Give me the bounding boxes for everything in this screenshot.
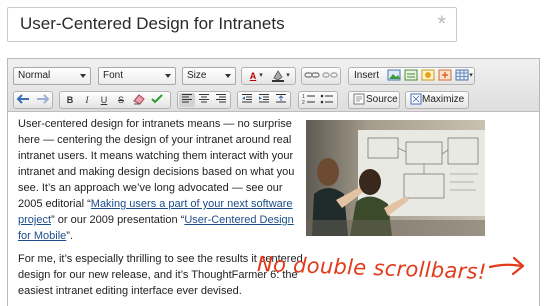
- link-group: [301, 67, 341, 85]
- chevron-down-icon: [80, 74, 86, 78]
- size-select-value: Size: [187, 70, 207, 81]
- arrow-right-icon: [488, 256, 525, 276]
- svg-text:2: 2: [302, 100, 305, 105]
- source-icon: [351, 93, 367, 107]
- list-group: 12: [298, 91, 338, 109]
- insert-widget-icon[interactable]: [437, 69, 453, 83]
- text-style-group: B I U S: [59, 91, 171, 109]
- paragraph-text: ” or our 2009 presentation “: [51, 214, 185, 226]
- chevron-down-icon: [165, 74, 171, 78]
- indent-group: [237, 91, 291, 109]
- insert-label: Insert: [354, 70, 380, 81]
- spellcheck-icon[interactable]: [150, 93, 166, 107]
- numbered-list-icon[interactable]: 12: [301, 93, 317, 107]
- chevron-down-icon: [225, 74, 231, 78]
- redo-icon[interactable]: [34, 93, 50, 107]
- undo-icon[interactable]: [16, 93, 32, 107]
- remove-format-icon[interactable]: [131, 93, 147, 107]
- paragraph-text: User-centered design for intranets means…: [18, 118, 295, 210]
- chevron-down-icon[interactable]: ▾: [257, 69, 265, 83]
- strikethrough-button[interactable]: S: [113, 93, 129, 107]
- indent-icon[interactable]: [256, 93, 272, 107]
- alignment-group: [177, 91, 231, 109]
- source-button[interactable]: Source: [348, 91, 400, 109]
- editor-toolbar: Normal Font Size A ▾ ▾ Insert ▾ B I U S …: [8, 59, 539, 112]
- insert-media-icon[interactable]: [420, 69, 436, 83]
- title-input[interactable]: User-Centered Design for Intranets *: [7, 7, 457, 42]
- chevron-down-icon[interactable]: ▾: [468, 69, 474, 83]
- link-icon[interactable]: [304, 69, 320, 83]
- format-select-value: Normal: [18, 70, 51, 81]
- required-star-icon: *: [437, 11, 446, 36]
- outdent-icon[interactable]: [239, 93, 255, 107]
- history-group: [13, 91, 53, 109]
- maximize-button[interactable]: Maximize: [405, 91, 469, 109]
- insert-file-icon[interactable]: [403, 69, 419, 83]
- format-select[interactable]: Normal: [13, 67, 91, 85]
- align-right-icon[interactable]: [213, 93, 229, 107]
- italic-button[interactable]: I: [79, 93, 95, 107]
- insert-group: Insert ▾: [348, 67, 475, 85]
- font-select-value: Font: [103, 70, 124, 81]
- align-left-icon[interactable]: [179, 93, 195, 107]
- title-input-value: User-Centered Design for Intranets: [20, 14, 285, 33]
- underline-button[interactable]: U: [96, 93, 112, 107]
- size-select[interactable]: Size: [182, 67, 236, 85]
- embedded-photo[interactable]: [306, 120, 485, 236]
- blockquote-icon[interactable]: [273, 93, 289, 107]
- source-label: Source: [366, 94, 398, 105]
- bold-button[interactable]: B: [62, 93, 78, 107]
- chevron-down-icon[interactable]: ▾: [284, 69, 292, 83]
- insert-image-icon[interactable]: [386, 69, 402, 83]
- color-group: A ▾ ▾: [241, 67, 296, 85]
- paragraph-text: ”.: [66, 230, 74, 242]
- font-select[interactable]: Font: [98, 67, 176, 85]
- bulleted-list-icon[interactable]: [319, 93, 335, 107]
- paragraph: User-centered design for intranets means…: [18, 116, 302, 244]
- unlink-icon[interactable]: [322, 69, 338, 83]
- maximize-label: Maximize: [422, 94, 465, 105]
- align-center-icon[interactable]: [196, 93, 212, 107]
